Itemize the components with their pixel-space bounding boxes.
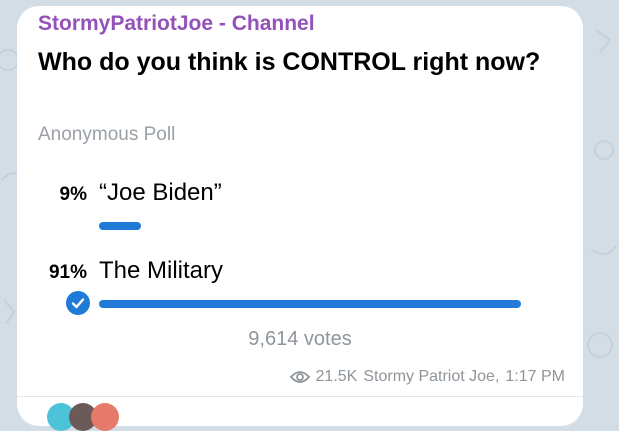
option-result-bar	[99, 300, 521, 308]
avatar	[91, 403, 119, 431]
poll-type-label: Anonymous Poll	[38, 124, 176, 145]
post-author: Stormy Patriot Joe	[363, 368, 495, 385]
option-result-bar	[99, 222, 141, 230]
channel-name[interactable]: StormyPatriotJoe - Channel	[38, 12, 315, 36]
comments-divider	[17, 396, 583, 397]
post-meta: 21.5K Stormy Patriot Joe, 1:17 PM	[289, 368, 565, 386]
option-percent: 9%	[59, 184, 87, 205]
poll-message-card: StormyPatriotJoe - Channel Who do you th…	[17, 6, 583, 431]
option-label: “Joe Biden”	[99, 179, 222, 206]
option-label: The Military	[99, 257, 224, 284]
poll-question: Who do you think is CONTROL right now?	[38, 48, 541, 76]
eye-icon	[289, 371, 310, 383]
view-count: 21.5K	[315, 368, 358, 385]
post-time: 1:17 PM	[505, 368, 565, 385]
meta-separator: ,	[494, 368, 500, 385]
option-percent: 91%	[48, 262, 87, 283]
selected-check-icon	[66, 291, 90, 315]
vote-count[interactable]: 9,614 votes	[17, 328, 583, 351]
